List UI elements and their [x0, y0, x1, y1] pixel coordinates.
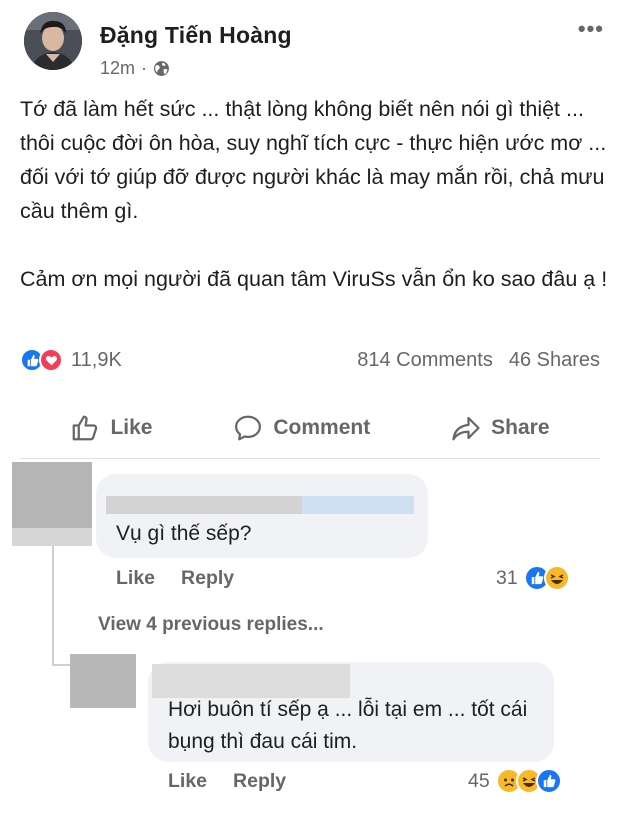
- reply-avatar[interactable]: [70, 654, 136, 708]
- divider: [20, 458, 600, 459]
- comment-text: Vụ gì thế sếp?: [116, 522, 252, 545]
- comment-button[interactable]: Comment: [233, 413, 370, 443]
- reply-reply-link[interactable]: Reply: [233, 770, 286, 793]
- comment-icon: [235, 415, 262, 441]
- action-bar: Like Comment Share: [0, 400, 620, 456]
- comment-reactions[interactable]: 31: [496, 565, 570, 591]
- share-icon: [452, 416, 480, 441]
- globe-icon: [154, 61, 169, 76]
- share-button-label: Share: [491, 416, 550, 439]
- comment-reaction-count: 31: [496, 566, 518, 589]
- comments-count[interactable]: 814 Comments: [357, 349, 493, 372]
- reply-bubble: Hơi buôn tí sếp ạ ... lỗi tại em ... tốt…: [148, 662, 554, 762]
- dot-separator: ·: [141, 58, 148, 78]
- comment-actions: Like Reply: [116, 567, 234, 590]
- post-header: Đặng Tiến Hoàng 12m · •••: [24, 12, 604, 82]
- comment-button-label: Comment: [273, 416, 371, 439]
- comment-bubble: Vụ gì thế sếp?: [96, 474, 428, 558]
- comment-reply-link[interactable]: Reply: [181, 567, 234, 590]
- blurred-region: [12, 528, 92, 546]
- reply-like-link[interactable]: Like: [168, 770, 207, 793]
- commenter-avatar[interactable]: [12, 462, 92, 528]
- reply-actions: Like Reply: [168, 770, 286, 793]
- shares-count[interactable]: 46 Shares: [509, 349, 600, 372]
- reply-reactions[interactable]: 45: [468, 768, 562, 794]
- like-icon: [535, 768, 562, 794]
- thumbs-up-icon: [73, 415, 98, 441]
- thread-line: [52, 546, 54, 666]
- post-stats: 814 Comments 46 Shares: [357, 349, 600, 372]
- blurred-commenter-name[interactable]: [106, 496, 302, 514]
- post-text: Tớ đã làm hết sức ... thật lòng không bi…: [20, 97, 608, 291]
- more-icon[interactable]: •••: [578, 18, 604, 40]
- view-previous-replies-link[interactable]: View 4 previous replies...: [98, 614, 324, 636]
- blurred-commenter-name[interactable]: [152, 664, 350, 698]
- love-icon: [39, 348, 63, 372]
- haha-icon: [543, 565, 570, 591]
- author-avatar[interactable]: [24, 12, 82, 70]
- reply-text: Hơi buôn tí sếp ạ ... lỗi tại em ... tốt…: [168, 698, 534, 753]
- comment-like-link[interactable]: Like: [116, 567, 155, 590]
- post-meta: 12m ·: [100, 58, 170, 79]
- avatar-photo: [24, 12, 82, 70]
- share-button[interactable]: Share: [451, 413, 550, 443]
- blurred-commenter-name: [302, 496, 414, 514]
- author-name[interactable]: Đặng Tiến Hoàng: [100, 22, 292, 49]
- post-time[interactable]: 12m: [100, 58, 135, 79]
- reply-reaction-count: 45: [468, 769, 490, 792]
- reaction-count[interactable]: 11,9K: [71, 349, 122, 372]
- reaction-icons[interactable]: [20, 348, 63, 372]
- reactions-summary: 11,9K 814 Comments 46 Shares: [20, 345, 600, 375]
- like-button-label: Like: [110, 416, 153, 439]
- like-button[interactable]: Like: [70, 413, 152, 443]
